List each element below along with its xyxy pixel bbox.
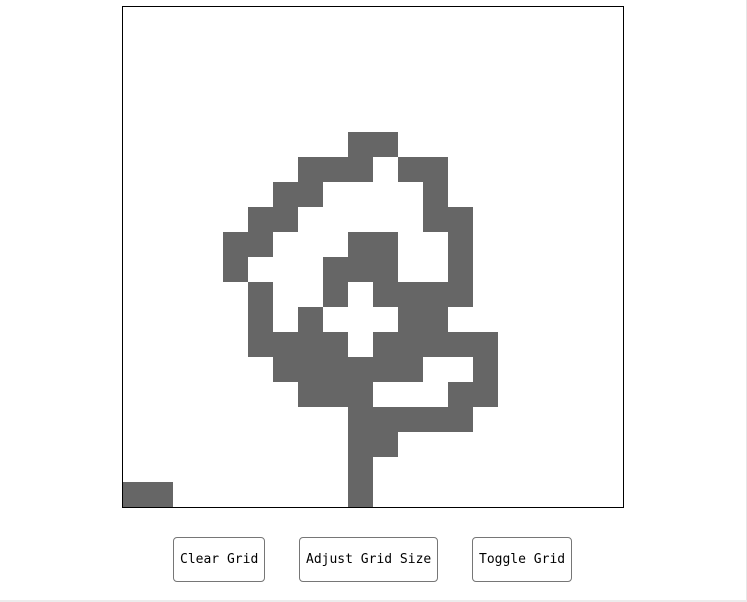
grid-cell-filled[interactable] [273,357,298,382]
grid-cell-filled[interactable] [323,332,348,357]
grid-cell-filled[interactable] [348,432,373,457]
grid-cell-filled[interactable] [323,257,348,282]
grid-cell-filled[interactable] [373,332,398,357]
grid-cell-filled[interactable] [373,232,398,257]
grid-cell-filled[interactable] [348,357,373,382]
grid-cell-filled[interactable] [373,257,398,282]
grid-cell-filled[interactable] [423,182,448,207]
control-bar: Clear Grid Adjust Grid Size Toggle Grid [0,537,747,582]
grid-cell-filled[interactable] [248,332,273,357]
grid-cell-filled[interactable] [448,382,473,407]
grid-cell-filled[interactable] [398,332,423,357]
grid-cell-filled[interactable] [423,332,448,357]
grid-cell-filled[interactable] [373,357,398,382]
grid-cell-filled[interactable] [398,407,423,432]
grid-cell-filled[interactable] [273,182,298,207]
grid-cell-filled[interactable] [323,157,348,182]
grid-cell-filled[interactable] [398,357,423,382]
clear-grid-button[interactable]: Clear Grid [173,537,265,582]
grid-cell-filled[interactable] [423,207,448,232]
toggle-grid-button[interactable]: Toggle Grid [472,537,572,582]
grid-cell-filled[interactable] [348,232,373,257]
grid-cell-filled[interactable] [373,432,398,457]
app-stage: Clear Grid Adjust Grid Size Toggle Grid [0,0,747,602]
grid-cell-filled[interactable] [373,132,398,157]
grid-cell-filled[interactable] [448,232,473,257]
grid-cell-filled[interactable] [248,282,273,307]
grid-cell-filled[interactable] [298,332,323,357]
grid-cell-filled[interactable] [248,232,273,257]
grid-cell-filled[interactable] [273,207,298,232]
grid-cell-filled[interactable] [448,332,473,357]
grid-cell-filled[interactable] [473,332,498,357]
grid-cell-filled[interactable] [348,132,373,157]
grid-cell-filled[interactable] [398,157,423,182]
grid-cell-filled[interactable] [373,407,398,432]
grid-cell-filled[interactable] [423,307,448,332]
grid-cell-filled[interactable] [323,382,348,407]
grid-cell-filled[interactable] [448,207,473,232]
grid-cell-filled[interactable] [298,357,323,382]
pixel-grid[interactable] [122,6,624,508]
grid-cell-filled[interactable] [248,207,273,232]
grid-cell-filled[interactable] [298,182,323,207]
grid-cell-filled[interactable] [448,257,473,282]
grid-cell-filled[interactable] [298,307,323,332]
grid-cell-filled[interactable] [323,282,348,307]
grid-cell-filled[interactable] [248,307,273,332]
grid-cell-filled[interactable] [323,357,348,382]
grid-cell-filled[interactable] [398,307,423,332]
grid-cell-filled[interactable] [223,232,248,257]
grid-cell-filled[interactable] [348,457,373,482]
grid-cell-filled[interactable] [473,357,498,382]
grid-cell-filled[interactable] [348,407,373,432]
grid-cell-filled[interactable] [123,482,148,507]
grid-cell-filled[interactable] [423,407,448,432]
grid-cell-filled[interactable] [348,482,373,507]
grid-cell-filled[interactable] [473,382,498,407]
grid-cell-filled[interactable] [423,157,448,182]
grid-cell-filled[interactable] [448,282,473,307]
grid-cell-filled[interactable] [348,157,373,182]
grid-cell-filled[interactable] [273,332,298,357]
adjust-grid-size-button[interactable]: Adjust Grid Size [299,537,438,582]
grid-cell-filled[interactable] [398,282,423,307]
grid-cell-filled[interactable] [423,282,448,307]
grid-cell-filled[interactable] [298,157,323,182]
grid-cell-filled[interactable] [448,407,473,432]
grid-cell-filled[interactable] [348,382,373,407]
grid-cell-filled[interactable] [148,482,173,507]
grid-cell-filled[interactable] [298,382,323,407]
grid-cell-filled[interactable] [223,257,248,282]
grid-cell-filled[interactable] [373,282,398,307]
grid-cell-filled[interactable] [348,257,373,282]
